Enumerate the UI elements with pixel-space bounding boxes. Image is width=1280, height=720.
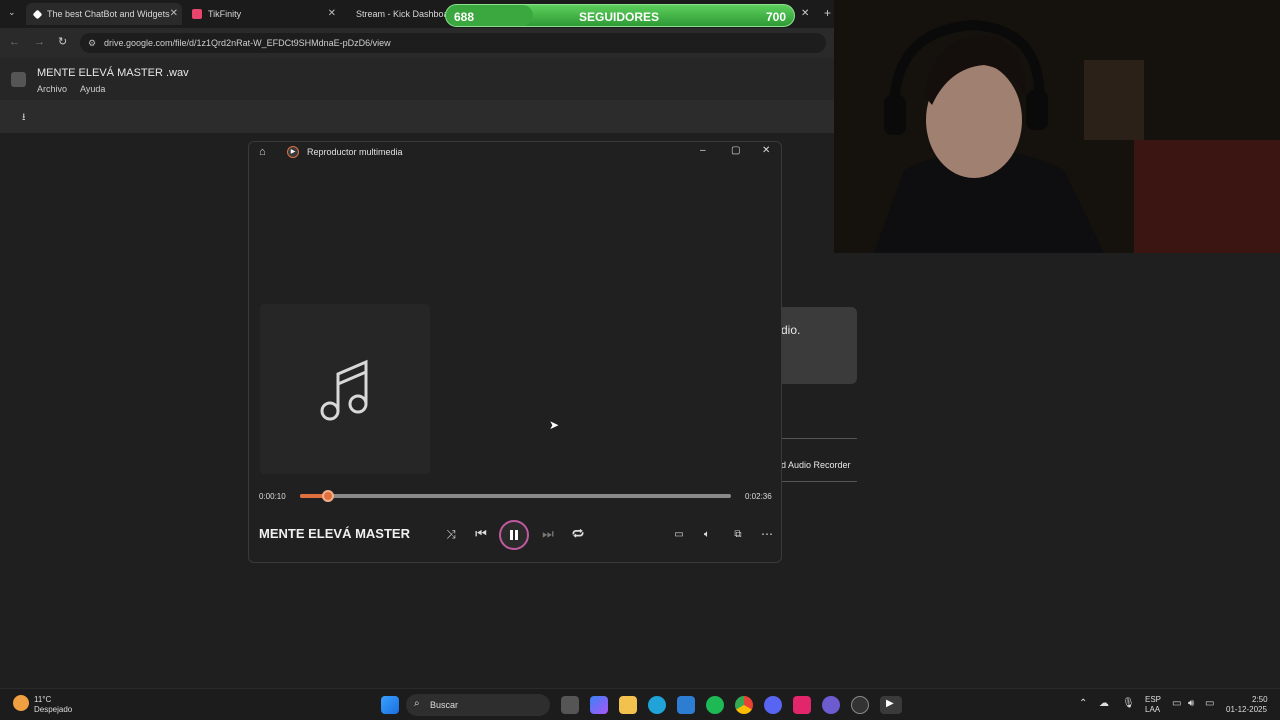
- file-title: MENTE ELEVÁ MASTER .wav: [37, 67, 189, 79]
- track-title: MENTE ELEVÁ MASTER: [259, 526, 410, 541]
- browser-address-bar: ← → ↻ ⚙ drive.google.com/file/d/1z1Qrd2n…: [0, 28, 834, 58]
- language-top[interactable]: ESP: [1145, 695, 1161, 704]
- start-icon[interactable]: [381, 696, 399, 714]
- app-circle-icon[interactable]: [822, 696, 840, 714]
- total-duration: 0:02:36: [745, 492, 772, 501]
- tab-list-chevron-icon[interactable]: ⌄: [8, 7, 16, 18]
- home-icon[interactable]: ⌂: [259, 146, 266, 158]
- menu-archivo[interactable]: Archivo: [37, 84, 67, 94]
- hidden-icons-chevron[interactable]: ⌃: [1079, 698, 1087, 709]
- site-info-icon[interactable]: ⚙: [88, 38, 96, 49]
- more-options-icon[interactable]: ⋯: [755, 522, 779, 546]
- back-icon[interactable]: ←: [9, 36, 20, 48]
- cast-icon[interactable]: ⧉: [726, 522, 750, 546]
- recorder-label: d Audio Recorder: [781, 460, 851, 470]
- seek-bar[interactable]: [300, 490, 731, 502]
- windows-taskbar: 11°C Despejado ⌕ Buscar ▶ ⌃ ☁ 🎙︎ ESP LAA…: [0, 688, 1280, 720]
- tab-tikfinity[interactable]: TikFinity ✕: [184, 3, 340, 25]
- search-placeholder: Buscar: [430, 700, 459, 710]
- pause-icon: [510, 530, 518, 540]
- maximize-icon[interactable]: ▢: [731, 145, 740, 156]
- new-tab-icon[interactable]: +: [824, 6, 831, 20]
- dialog-text: dio.: [781, 323, 801, 337]
- tab-label: TikFinity: [208, 9, 242, 19]
- follower-goal-bar: 688 SEGUIDORES 700: [445, 4, 795, 27]
- divider: [781, 438, 857, 439]
- close-tab-icon[interactable]: ✕: [328, 8, 336, 19]
- player-title-bar: ⌂ ▶ Reproductor multimedia – ▢ ✕: [249, 142, 781, 164]
- weather-icon[interactable]: [13, 695, 29, 711]
- previous-icon[interactable]: ⏮: [469, 522, 493, 546]
- media-player-app-icon: ▶: [287, 146, 299, 158]
- speaker-icon[interactable]: 🔊︎: [1188, 698, 1194, 709]
- search-icon: ⌕: [414, 698, 420, 709]
- follower-label: SEGUIDORES: [579, 10, 660, 24]
- url-field[interactable]: ⚙ drive.google.com/file/d/1z1Qrd2nRat-W_…: [80, 33, 826, 53]
- language-bottom[interactable]: LAA: [1145, 705, 1160, 714]
- url-text: drive.google.com/file/d/1z1Qrd2nRat-W_EF…: [104, 38, 391, 48]
- weather-desc: Despejado: [34, 705, 73, 714]
- discord-icon[interactable]: [764, 696, 782, 714]
- webcam-scene-image: [834, 0, 1280, 253]
- minimize-icon[interactable]: –: [700, 145, 706, 156]
- next-icon[interactable]: ⏭: [536, 522, 560, 546]
- store-icon[interactable]: [677, 696, 695, 714]
- chrome-icon[interactable]: [735, 696, 753, 714]
- microphone-icon[interactable]: 🎙︎: [1122, 698, 1135, 709]
- reload-icon[interactable]: ↻: [58, 35, 67, 48]
- close-tab-icon[interactable]: ✕: [170, 8, 178, 19]
- menu-ayuda[interactable]: Ayuda: [80, 84, 105, 94]
- download-icon[interactable]: ⭳: [22, 110, 26, 127]
- album-art-placeholder: [260, 304, 430, 474]
- clock-date[interactable]: 01-12-2025: [1226, 705, 1267, 714]
- network-icon[interactable]: ▭: [1172, 698, 1181, 709]
- follower-goal: 700: [765, 10, 786, 24]
- elapsed-time: 0:00:10: [259, 492, 286, 501]
- file-audio-icon: [11, 72, 26, 87]
- copilot-icon[interactable]: [590, 696, 608, 714]
- tikfinity-tab-icon: [192, 9, 202, 19]
- divider: [781, 481, 857, 482]
- file-explorer-icon[interactable]: [619, 696, 637, 714]
- close-icon[interactable]: ✕: [762, 145, 770, 156]
- drive-header: MENTE ELEVÁ MASTER .wav Archivo Ayuda: [0, 58, 834, 100]
- follower-count: 688: [454, 10, 475, 24]
- spotify-icon[interactable]: [706, 696, 724, 714]
- chatbot-tab-icon: [32, 9, 43, 19]
- tab-kick[interactable]: Stream - Kick Dashboa: [342, 3, 452, 25]
- mini-player-icon[interactable]: ▭: [667, 522, 691, 546]
- search-box[interactable]: ⌕ Buscar: [406, 694, 550, 716]
- media-player-taskbar-icon[interactable]: ▶: [880, 696, 902, 714]
- tab-chatbot[interactable]: The best ChatBot and Widgets ✕: [26, 3, 182, 25]
- weather-temp: 11°C: [34, 695, 52, 704]
- pause-button[interactable]: [499, 520, 529, 550]
- battery-icon[interactable]: ▭: [1205, 698, 1214, 709]
- forward-icon[interactable]: →: [34, 36, 45, 48]
- media-player-window: ⌂ ▶ Reproductor multimedia – ▢ ✕ ➤ 0:00:…: [248, 141, 782, 563]
- shuffle-icon[interactable]: ⤨: [439, 522, 463, 546]
- background-dialog: dio.: [781, 307, 857, 384]
- task-view-icon[interactable]: [561, 696, 579, 714]
- obs-icon[interactable]: [851, 696, 869, 714]
- drive-toolbar: ⭳: [0, 100, 834, 133]
- clock-time[interactable]: 2:50: [1252, 695, 1268, 704]
- seek-bar-thumb[interactable]: [321, 490, 334, 502]
- webcam-overlay: [834, 0, 1280, 253]
- play-icon: ▶: [886, 698, 894, 709]
- cloud-icon[interactable]: ☁: [1099, 698, 1109, 709]
- music-note-icon: [320, 359, 368, 421]
- volume-icon[interactable]: 🔈︎: [695, 522, 719, 546]
- tab-label: The best ChatBot and Widgets: [47, 9, 170, 19]
- mouse-cursor: ➤: [549, 418, 560, 432]
- edge-icon[interactable]: [648, 696, 666, 714]
- tab-label: Stream - Kick Dashboa: [356, 9, 449, 19]
- repeat-icon[interactable]: 🔁︎: [566, 522, 590, 546]
- close-tab-icon[interactable]: ✕: [801, 8, 809, 19]
- window-title: Reproductor multimedia: [307, 147, 403, 157]
- tiktok-icon[interactable]: [793, 696, 811, 714]
